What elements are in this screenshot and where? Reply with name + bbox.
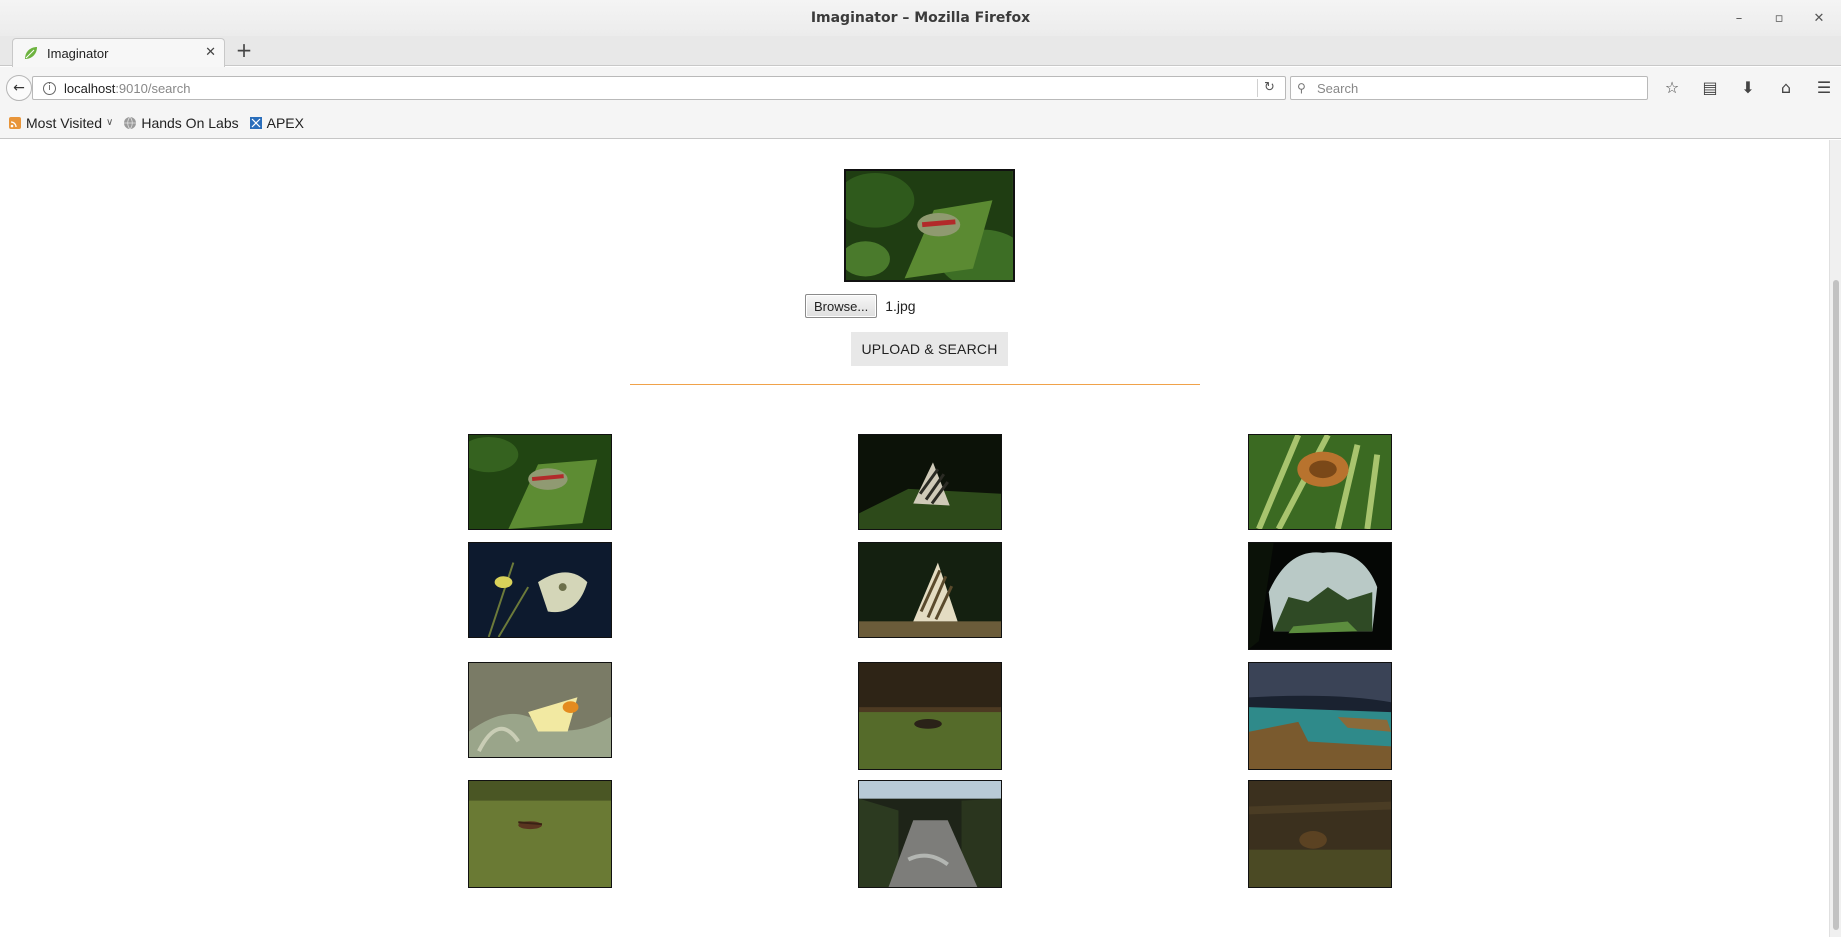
bookmark-label: Hands On Labs	[141, 114, 239, 131]
tab-imaginator[interactable]: Imaginator ✕	[12, 38, 225, 67]
scrollbar-thumb[interactable]	[1833, 280, 1839, 930]
navigation-bar: ← i localhost :9010/search ↻ ⚲ ☆ ▤ ⬇ ⌂ ☰	[0, 67, 1841, 107]
result-image[interactable]	[858, 662, 1002, 770]
home-icon[interactable]: ⌂	[1774, 77, 1798, 97]
uploaded-image-preview	[844, 169, 1015, 282]
tab-strip: Imaginator ✕ +	[0, 36, 1841, 67]
title-bar: Imaginator – Mozilla Firefox – ▫ ✕	[0, 0, 1841, 36]
search-bar[interactable]: ⚲	[1290, 76, 1648, 100]
bookmark-hands-on-labs[interactable]: Hands On Labs	[123, 114, 239, 131]
globe-icon	[124, 116, 137, 129]
bookmark-label: Most Visited	[26, 114, 102, 131]
result-image[interactable]	[1248, 542, 1392, 650]
page-scrollbar[interactable]	[1829, 140, 1841, 937]
back-arrow-icon[interactable]: ←	[6, 75, 32, 101]
result-image[interactable]	[1248, 434, 1392, 530]
tab-label: Imaginator	[47, 45, 109, 61]
result-image[interactable]	[1248, 780, 1392, 888]
file-picker: Browse... 1.jpg	[805, 294, 916, 318]
url-path: :9010/search	[115, 80, 191, 96]
result-image[interactable]	[468, 662, 612, 758]
bookmark-label: APEX	[266, 114, 304, 131]
window-controls: – ▫ ✕	[1729, 8, 1829, 28]
chevron-down-icon: ∨	[106, 117, 114, 128]
search-input[interactable]	[1317, 80, 1617, 96]
reload-icon[interactable]: ↻	[1257, 79, 1281, 97]
url-host: localhost	[64, 80, 116, 96]
page-content: Browse... 1.jpg UPLOAD & SEARCH	[0, 140, 1829, 937]
bookmark-apex[interactable]: APEX	[249, 115, 304, 131]
rss-folder-icon	[9, 116, 21, 129]
bookmark-most-visited[interactable]: Most Visited ∨	[8, 115, 113, 131]
leaf-icon	[25, 47, 37, 59]
minimize-icon[interactable]: –	[1729, 8, 1749, 28]
preview-image	[846, 171, 1013, 280]
download-icon[interactable]: ⬇	[1736, 77, 1760, 97]
search-icon: ⚲	[1297, 81, 1306, 95]
result-image[interactable]	[858, 780, 1002, 888]
url-bar[interactable]: i localhost :9010/search ↻	[32, 76, 1286, 100]
apex-icon	[249, 116, 262, 129]
result-image[interactable]	[858, 542, 1002, 638]
result-image[interactable]	[858, 434, 1002, 530]
divider-line	[630, 384, 1200, 385]
maximize-icon[interactable]: ▫	[1769, 8, 1789, 28]
browse-button[interactable]: Browse...	[805, 294, 878, 318]
window-title: Imaginator – Mozilla Firefox	[810, 10, 1031, 26]
selected-file-name: 1.jpg	[885, 298, 916, 314]
toolbar-icons: ☆ ▤ ⬇ ⌂ ☰	[1660, 77, 1836, 97]
close-window-icon[interactable]: ✕	[1809, 8, 1829, 28]
info-icon[interactable]: i	[43, 81, 56, 95]
menu-icon[interactable]: ☰	[1812, 77, 1836, 97]
bookmark-star-icon[interactable]: ☆	[1660, 77, 1684, 97]
reading-list-icon[interactable]: ▤	[1698, 77, 1722, 97]
result-image[interactable]	[468, 780, 612, 888]
browser-window: Imaginator – Mozilla Firefox – ▫ ✕ Imagi…	[0, 0, 1841, 937]
upload-search-button[interactable]: UPLOAD & SEARCH	[851, 332, 1008, 366]
result-image[interactable]	[468, 434, 612, 530]
close-tab-icon[interactable]: ✕	[205, 45, 216, 60]
new-tab-icon[interactable]: +	[234, 40, 254, 61]
result-image[interactable]	[1248, 662, 1392, 770]
bookmarks-bar: Most Visited ∨ Hands On Labs APEX	[0, 107, 1841, 139]
result-image[interactable]	[468, 542, 612, 638]
